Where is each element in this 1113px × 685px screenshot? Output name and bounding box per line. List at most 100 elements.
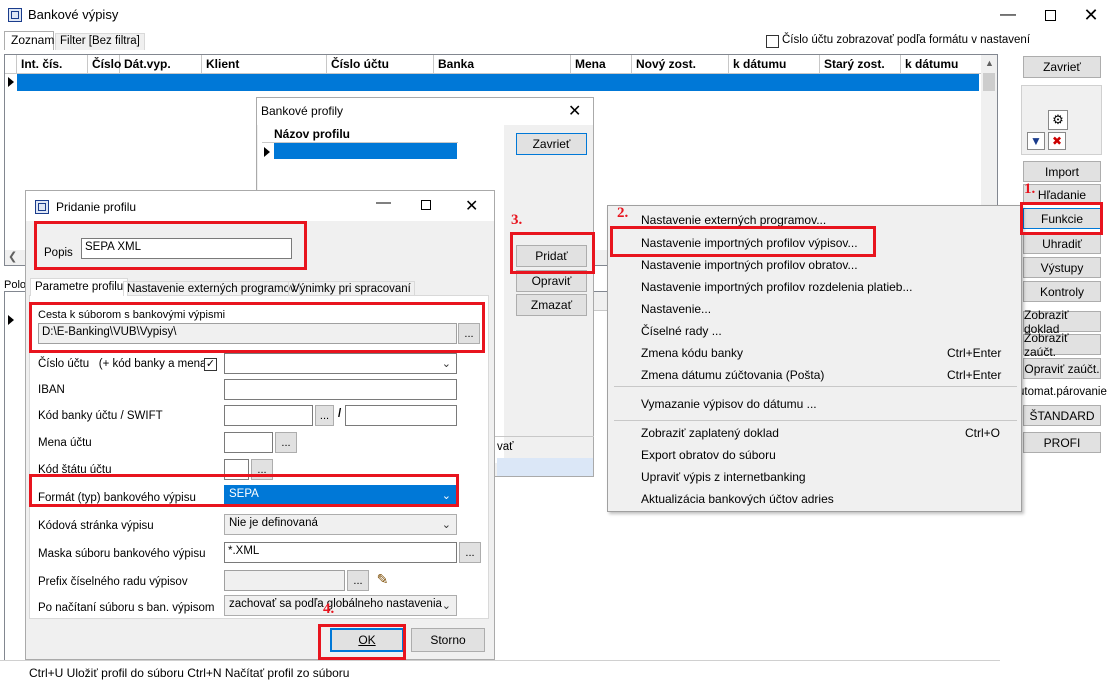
selected-profile-row[interactable]	[274, 143, 457, 159]
col-klient[interactable]: Klient	[202, 55, 327, 73]
account-format-label: Číslo účtu zobrazovať podľa formátu v na…	[782, 34, 1031, 46]
cislo-uctu-select[interactable]: ⌄	[224, 353, 457, 374]
tab-externe[interactable]: Nastavenie externých programov	[123, 281, 300, 296]
status-text: Ctrl+U Uložiť profil do súboru Ctrl+N Na…	[29, 666, 350, 680]
zobrazit-doklad-button[interactable]: Zobraziť doklad	[1023, 308, 1101, 336]
po-nacitani-select[interactable]: zachovať sa podľa globálneho nastavenia ⌄	[224, 595, 457, 616]
col-dat-vyp[interactable]: Dát.vyp.	[120, 55, 202, 73]
profi-button[interactable]: PROFI	[1023, 432, 1101, 453]
col-stary-zost[interactable]: Starý zost.	[820, 55, 901, 73]
uhradit-button[interactable]: Uhradiť	[1023, 233, 1101, 254]
menu-item-zmena-datumu[interactable]: Zmena dátumu zúčtovania (Pošta)	[641, 368, 824, 382]
menu-item-profily-vypisov[interactable]: Nastavenie importných profilov výpisov..…	[641, 236, 858, 250]
dialog-title: Pridanie profilu	[56, 200, 137, 214]
standard-button[interactable]: ŠTANDARD	[1023, 405, 1101, 426]
stat-label: Kód štátu účtu	[38, 464, 112, 476]
menu-item-vymazanie[interactable]: Vymazanie výpisov do dátumu ...	[641, 397, 817, 411]
clear-filter-icon[interactable]: ✖	[1048, 132, 1066, 150]
swift-browse-button[interactable]: ...	[315, 405, 334, 426]
prefix-input[interactable]	[224, 570, 345, 591]
menu-item-zobrazit-doklad[interactable]: Zobraziť zaplatený doklad	[641, 426, 779, 440]
menu-item-upravit-vypis[interactable]: Upraviť výpis z internetbanking	[641, 470, 806, 484]
ok-button[interactable]: OK	[330, 628, 404, 652]
filter-icon[interactable]: ▼	[1027, 132, 1045, 150]
stat-browse-button[interactable]: ...	[251, 459, 273, 480]
col-k-datumu[interactable]: k dátumu	[729, 55, 820, 73]
vystupy-button[interactable]: Výstupy	[1023, 257, 1101, 278]
tab-filter-label: Filter [Bez filtra]	[60, 35, 140, 47]
profiles-partial-text: vať	[497, 441, 514, 453]
mena-browse-button[interactable]: ...	[275, 432, 297, 453]
kodova-select[interactable]: Nie je definovaná ⌄	[224, 514, 457, 535]
lower-tab[interactable]: Polo	[4, 279, 26, 291]
menu-item-externe-programy[interactable]: Nastavenie externých programov...	[641, 213, 826, 227]
pencil-icon[interactable]: ✎	[373, 571, 392, 590]
swift-label: Kód banky účtu / SWIFT	[38, 410, 163, 422]
col-cislo-uctu[interactable]: Číslo účtu	[327, 55, 434, 73]
popis-input[interactable]: SEPA XML	[81, 238, 292, 259]
menu-item-aktualizacia[interactable]: Aktualizácia bankových účtov adries	[641, 492, 834, 506]
minimize-icon[interactable]: —	[376, 194, 391, 211]
tab-vynimky[interactable]: Výnimky pri spracovaní	[288, 281, 415, 296]
app-icon	[8, 8, 22, 22]
maska-browse-button[interactable]: ...	[459, 542, 481, 563]
col-cislo[interactable]: Číslo	[88, 55, 121, 73]
col-k-datumu-2[interactable]: k dátumu	[901, 55, 983, 73]
path-label: Cesta k súborom s bankovými výpismi	[38, 309, 226, 321]
storno-button[interactable]: Storno	[411, 628, 485, 652]
cislo-uctu-checkbox[interactable]: ✓	[204, 358, 217, 371]
path-browse-button[interactable]: ...	[458, 323, 480, 344]
edit-profile-button[interactable]: Opraviť	[516, 270, 587, 292]
kontroly-button[interactable]: Kontroly	[1023, 281, 1101, 302]
format-select[interactable]: SEPA ⌄	[224, 485, 457, 506]
close-icon[interactable]: ✕	[465, 196, 478, 216]
step-3-label: 3.	[511, 212, 523, 228]
maximize-icon[interactable]	[421, 200, 431, 210]
chevron-down-icon: ⌄	[441, 519, 451, 531]
col-mena[interactable]: Mena	[571, 55, 632, 73]
col-int-cis[interactable]: Int. čís.	[17, 55, 88, 73]
filter-toolbar: ⚙ ▼ ✖	[1021, 85, 1102, 155]
tab-parametre[interactable]: Parametre profilu	[30, 278, 129, 296]
menu-item-export-obratov[interactable]: Export obratov do súboru	[641, 448, 776, 462]
menu-item-profily-rozdelenia[interactable]: Nastavenie importných profilov rozdeleni…	[641, 280, 912, 294]
mena-label: Mena účtu	[38, 437, 92, 449]
tab-filter[interactable]: Filter [Bez filtra]	[55, 33, 145, 50]
status-bar: Ctrl+U Uložiť profil do súboru Ctrl+N Na…	[0, 660, 1000, 685]
col-novy-zost[interactable]: Nový zost.	[632, 55, 729, 73]
col-banka[interactable]: Banka	[434, 55, 571, 73]
stat-input[interactable]	[224, 459, 249, 480]
cislo-uctu-label: Číslo účtu (+ kód banky a mena)	[38, 358, 210, 370]
maska-input[interactable]: *.XML	[224, 542, 457, 563]
iban-input[interactable]	[224, 379, 457, 400]
import-button[interactable]: Import	[1023, 161, 1101, 182]
account-format-checkbox[interactable]	[766, 35, 779, 48]
add-profile-button[interactable]: Pridať	[516, 245, 587, 267]
chevron-down-icon: ⌄	[441, 358, 451, 370]
tab-zoznam[interactable]: Zoznam	[4, 31, 54, 50]
close-button[interactable]: Zavrieť	[1023, 56, 1101, 78]
menu-item-ciselne-rady[interactable]: Číselné rady ...	[641, 324, 722, 338]
minimize-icon[interactable]: —	[985, 0, 1031, 30]
tools-icon[interactable]: ⚙	[1048, 110, 1068, 130]
swift-code-input[interactable]	[345, 405, 457, 426]
selected-row[interactable]	[17, 74, 979, 91]
close-profiles-button[interactable]: Zavrieť	[516, 133, 587, 155]
mena-input[interactable]	[224, 432, 273, 453]
opravit-zauct-button[interactable]: Opraviť zaúčt.	[1023, 358, 1101, 379]
funkcie-button[interactable]: Funkcie	[1023, 208, 1101, 229]
close-icon[interactable]: ✕	[1068, 0, 1113, 30]
col-nazov-profilu[interactable]: Názov profilu	[274, 127, 350, 141]
prefix-browse-button[interactable]: ...	[347, 570, 369, 591]
maximize-icon[interactable]	[1027, 0, 1073, 30]
menu-item-zmena-kodu-banky[interactable]: Zmena kódu banky	[641, 346, 743, 360]
close-icon[interactable]: ✕	[568, 101, 581, 121]
menu-item-nastavenie[interactable]: Nastavenie...	[641, 302, 711, 316]
path-input[interactable]: D:\E-Banking\VUB\Vypisy\	[38, 323, 457, 344]
cislo-uctu-text: Číslo účtu	[38, 358, 90, 370]
swift-input[interactable]	[224, 405, 313, 426]
zobrazit-zauct-button[interactable]: Zobraziť zaúčt.	[1023, 331, 1101, 359]
menu-item-profily-obratov[interactable]: Nastavenie importných profilov obratov..…	[641, 258, 858, 272]
delete-profile-button[interactable]: Zmazať	[516, 294, 587, 316]
tab-zoznam-label: Zoznam	[11, 33, 55, 47]
